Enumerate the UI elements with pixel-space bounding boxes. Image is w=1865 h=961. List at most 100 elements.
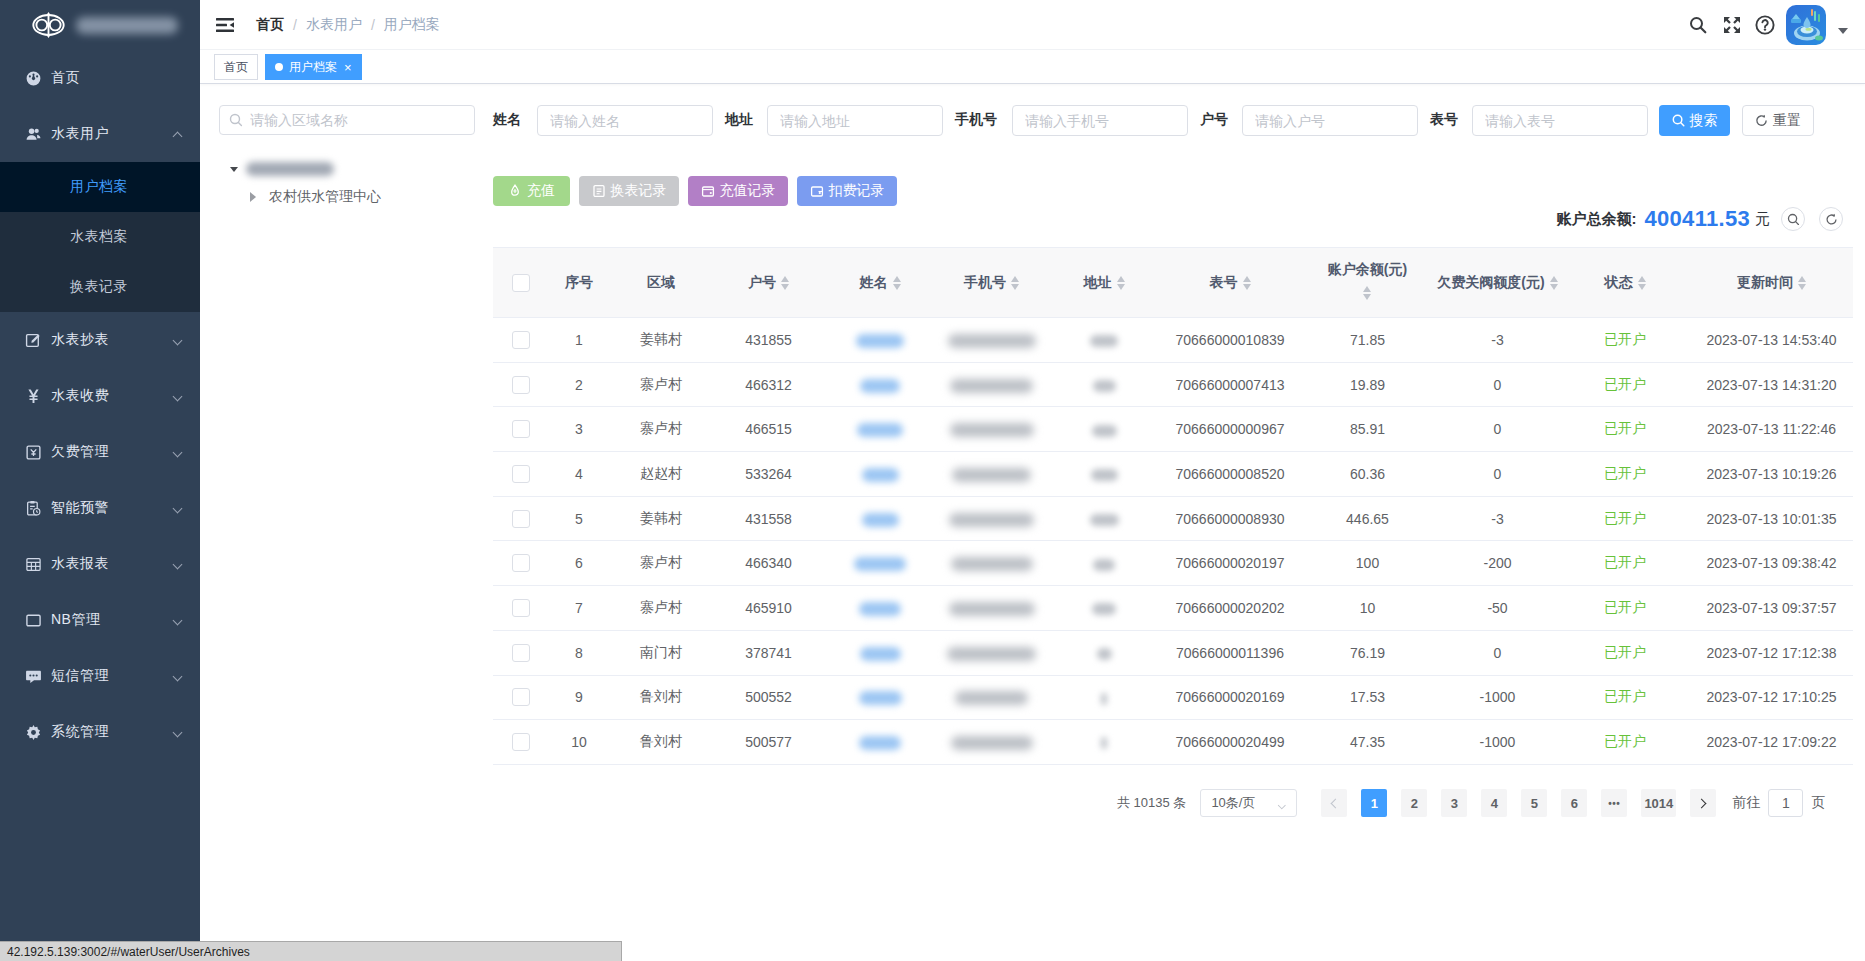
sort-carets-icon[interactable] <box>1550 272 1558 294</box>
tree-node-rural-water-center[interactable]: 农村供水管理中心 <box>248 188 381 206</box>
prev-page-button[interactable] <box>1321 789 1347 817</box>
sidebar-item-smart-alert[interactable]: 智能预警 <box>0 480 200 536</box>
select-all-checkbox[interactable] <box>512 274 530 292</box>
name-redacted-link[interactable] <box>862 468 899 482</box>
region-search-input[interactable] <box>250 112 474 128</box>
cell-name[interactable] <box>825 318 935 363</box>
row-checkbox[interactable] <box>512 510 530 528</box>
sort-carets-icon[interactable] <box>1011 272 1019 294</box>
fullscreen-icon[interactable] <box>1723 16 1741 34</box>
deduction-records-button[interactable]: 扣费记录 <box>797 176 897 206</box>
recharge-records-button[interactable]: 充值记录 <box>688 176 788 206</box>
sidebar-item-meter-billing[interactable]: 水表收费 <box>0 368 200 424</box>
sort-carets-icon[interactable] <box>1117 272 1125 294</box>
tree-caret-collapsed-icon[interactable] <box>250 192 261 202</box>
name-redacted-link[interactable] <box>859 602 901 616</box>
recharge-button[interactable]: 充值 <box>493 176 570 206</box>
filter-input-address[interactable] <box>767 105 943 136</box>
col-header-status[interactable]: 状态 <box>1560 248 1690 318</box>
cell-name[interactable] <box>825 541 935 586</box>
col-header-balance[interactable]: 账户余额(元) <box>1300 248 1435 318</box>
balance-refresh-button[interactable] <box>1819 207 1843 231</box>
goto-page-input[interactable] <box>1768 789 1803 817</box>
header-search-icon[interactable] <box>1689 16 1707 34</box>
filter-input-phone[interactable] <box>1012 105 1188 136</box>
page-button-1014[interactable]: 1014 <box>1641 789 1676 817</box>
row-checkbox[interactable] <box>512 644 530 662</box>
page-button-5[interactable]: 5 <box>1521 789 1547 817</box>
sidebar-item-arrears-mgmt[interactable]: 欠费管理 <box>0 424 200 480</box>
filter-input-account[interactable] <box>1242 105 1418 136</box>
page-button-1[interactable]: 1 <box>1361 789 1387 817</box>
cell-name[interactable] <box>825 720 935 765</box>
name-redacted-link[interactable] <box>862 513 899 527</box>
breadcrumb-water-users[interactable]: 水表用户 <box>306 16 362 34</box>
sort-carets-icon[interactable] <box>1798 272 1806 294</box>
name-redacted-link[interactable] <box>859 736 901 750</box>
sidebar-subitem-meter-archives[interactable]: 水表档案 <box>0 212 200 262</box>
name-redacted-link[interactable] <box>859 691 902 705</box>
cell-name[interactable] <box>825 496 935 541</box>
cell-name[interactable] <box>825 675 935 720</box>
search-button[interactable]: 搜索 <box>1659 105 1730 136</box>
sidebar-item-system-mgmt[interactable]: 系统管理 <box>0 704 200 760</box>
reset-button[interactable]: 重置 <box>1742 105 1814 136</box>
page-button-2[interactable]: 2 <box>1401 789 1427 817</box>
row-checkbox[interactable] <box>512 688 530 706</box>
col-header-name[interactable]: 姓名 <box>825 248 935 318</box>
tree-node-root[interactable] <box>230 162 334 176</box>
tree-caret-expanded-icon[interactable] <box>230 167 238 176</box>
row-checkbox[interactable] <box>512 331 530 349</box>
page-ellipsis-button[interactable]: ••• <box>1601 789 1627 817</box>
col-header-updated[interactable]: 更新时间 <box>1690 248 1853 318</box>
filter-input-name[interactable] <box>537 105 713 136</box>
tab-user-archives[interactable]: 用户档案× <box>265 54 362 80</box>
sidebar-item-home[interactable]: 首页 <box>0 50 200 106</box>
page-button-4[interactable]: 4 <box>1481 789 1507 817</box>
filter-input-meter[interactable] <box>1472 105 1648 136</box>
sidebar-collapse-icon[interactable] <box>215 15 235 35</box>
tab-close-icon[interactable]: × <box>344 61 352 74</box>
sidebar-item-water-users[interactable]: 水表用户 <box>0 106 200 162</box>
tab-home[interactable]: 首页 <box>214 54 258 80</box>
row-checkbox[interactable] <box>512 376 530 394</box>
page-button-6[interactable]: 6 <box>1561 789 1587 817</box>
meter-swap-records-button[interactable]: 换表记录 <box>579 176 679 206</box>
col-header-account[interactable]: 户号 <box>712 248 825 318</box>
name-redacted-link[interactable] <box>854 557 906 571</box>
sidebar-subitem-user-archives[interactable]: 用户档案 <box>0 162 200 212</box>
sidebar-item-meter-reading[interactable]: 水表抄表 <box>0 312 200 368</box>
breadcrumb-home[interactable]: 首页 <box>256 16 284 34</box>
col-header-valve-limit[interactable]: 欠费关阀额度(元) <box>1435 248 1560 318</box>
sort-carets-icon[interactable] <box>1243 272 1251 294</box>
col-header-address[interactable]: 地址 <box>1048 248 1160 318</box>
balance-search-button[interactable] <box>1781 207 1805 231</box>
sort-carets-icon[interactable] <box>1638 272 1646 294</box>
sidebar-item-sms-mgmt[interactable]: 短信管理 <box>0 648 200 704</box>
cell-name[interactable] <box>825 452 935 497</box>
name-redacted-link[interactable] <box>856 334 904 348</box>
cell-name[interactable] <box>825 586 935 631</box>
row-checkbox[interactable] <box>512 554 530 572</box>
sidebar-subitem-meter-swap-records[interactable]: 换表记录 <box>0 262 200 312</box>
user-avatar[interactable] <box>1786 5 1826 45</box>
sidebar-item-nb-mgmt[interactable]: NB管理 <box>0 592 200 648</box>
row-checkbox[interactable] <box>512 420 530 438</box>
sidebar-item-meter-report[interactable]: 水表报表 <box>0 536 200 592</box>
name-redacted-link[interactable] <box>860 647 901 661</box>
name-redacted-link[interactable] <box>857 423 903 437</box>
cell-name[interactable] <box>825 407 935 452</box>
row-checkbox[interactable] <box>512 733 530 751</box>
row-checkbox[interactable] <box>512 465 530 483</box>
col-header-phone[interactable]: 手机号 <box>935 248 1048 318</box>
page-size-select[interactable]: 10条/页 <box>1200 789 1297 817</box>
avatar-caret-down-icon[interactable] <box>1838 28 1848 39</box>
sort-carets-icon[interactable] <box>1363 282 1371 304</box>
sort-carets-icon[interactable] <box>893 272 901 294</box>
page-button-3[interactable]: 3 <box>1441 789 1467 817</box>
sort-carets-icon[interactable] <box>781 272 789 294</box>
cell-name[interactable] <box>825 362 935 407</box>
col-header-meter[interactable]: 表号 <box>1160 248 1300 318</box>
next-page-button[interactable] <box>1690 789 1716 817</box>
name-redacted-link[interactable] <box>860 379 900 393</box>
